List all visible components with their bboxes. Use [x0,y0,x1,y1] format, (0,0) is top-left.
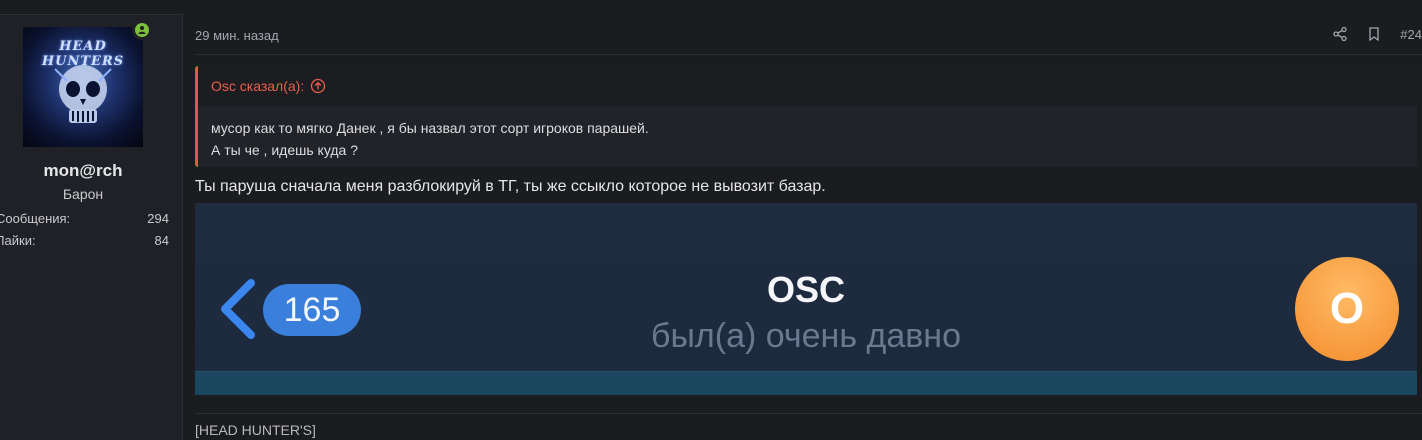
online-status-icon [132,20,152,40]
stat-label: Лайки: [0,233,36,248]
avatar[interactable]: HEAD HUNTERS [23,27,143,147]
post-number-link[interactable]: #24 [1400,27,1422,42]
contact-status: был(а) очень давно [651,317,961,355]
quote-header[interactable]: Osc сказал(а): [198,66,1417,106]
user-title: Барон [62,186,104,202]
username-link[interactable]: mon@rch [0,161,166,181]
post-content: 29 мин. назад #24 Osc сказал(а): мусор к… [183,14,1422,440]
image-bottom-strip [195,371,1417,395]
stat-likes: Лайки: 84 [0,233,169,248]
quote-body: мусор как то мягко Данек , я бы назвал э… [211,117,649,161]
share-icon[interactable] [1332,26,1348,42]
stat-value: 84 [154,233,169,248]
arrow-up-circle-icon[interactable] [310,78,326,94]
quote-line: мусор как то мягко Данек , я бы назвал э… [211,120,649,136]
bookmark-icon[interactable] [1366,26,1382,42]
post-date-link[interactable]: 29 мин. назад [195,28,279,43]
signature: [HEAD HUNTER'S] [195,422,316,438]
user-info-panel: HEAD HUNTERS mon@rch Барон Сообщения: 29… [0,14,183,440]
post-actions: #24 [1332,26,1422,42]
user-icon [138,26,146,34]
quote-author[interactable]: Osc сказал(а): [211,78,304,94]
stat-label: Сообщения: [0,211,71,226]
attached-image[interactable]: 165 OSC был(а) очень давно O [195,203,1417,395]
forum-post: HEAD HUNTERS mon@rch Барон Сообщения: 29… [0,0,1422,440]
message-text: Ты паруша сначала меня разблокируй в ТГ,… [195,178,826,195]
quote-block: Osc сказал(а): мусор как то мягко Данек … [195,66,1417,167]
stat-messages: Сообщения: 294 [0,211,169,226]
signature-divider [195,413,1422,414]
contact-avatar: O [1295,257,1399,361]
post-header: 29 мин. назад #24 [195,26,1422,54]
quote-line: А ты че , идешь куда ? [211,142,358,158]
skull-image [54,65,112,123]
stat-value: 294 [147,211,169,226]
divider [195,54,1422,55]
contact-name: OSC [766,269,845,310]
